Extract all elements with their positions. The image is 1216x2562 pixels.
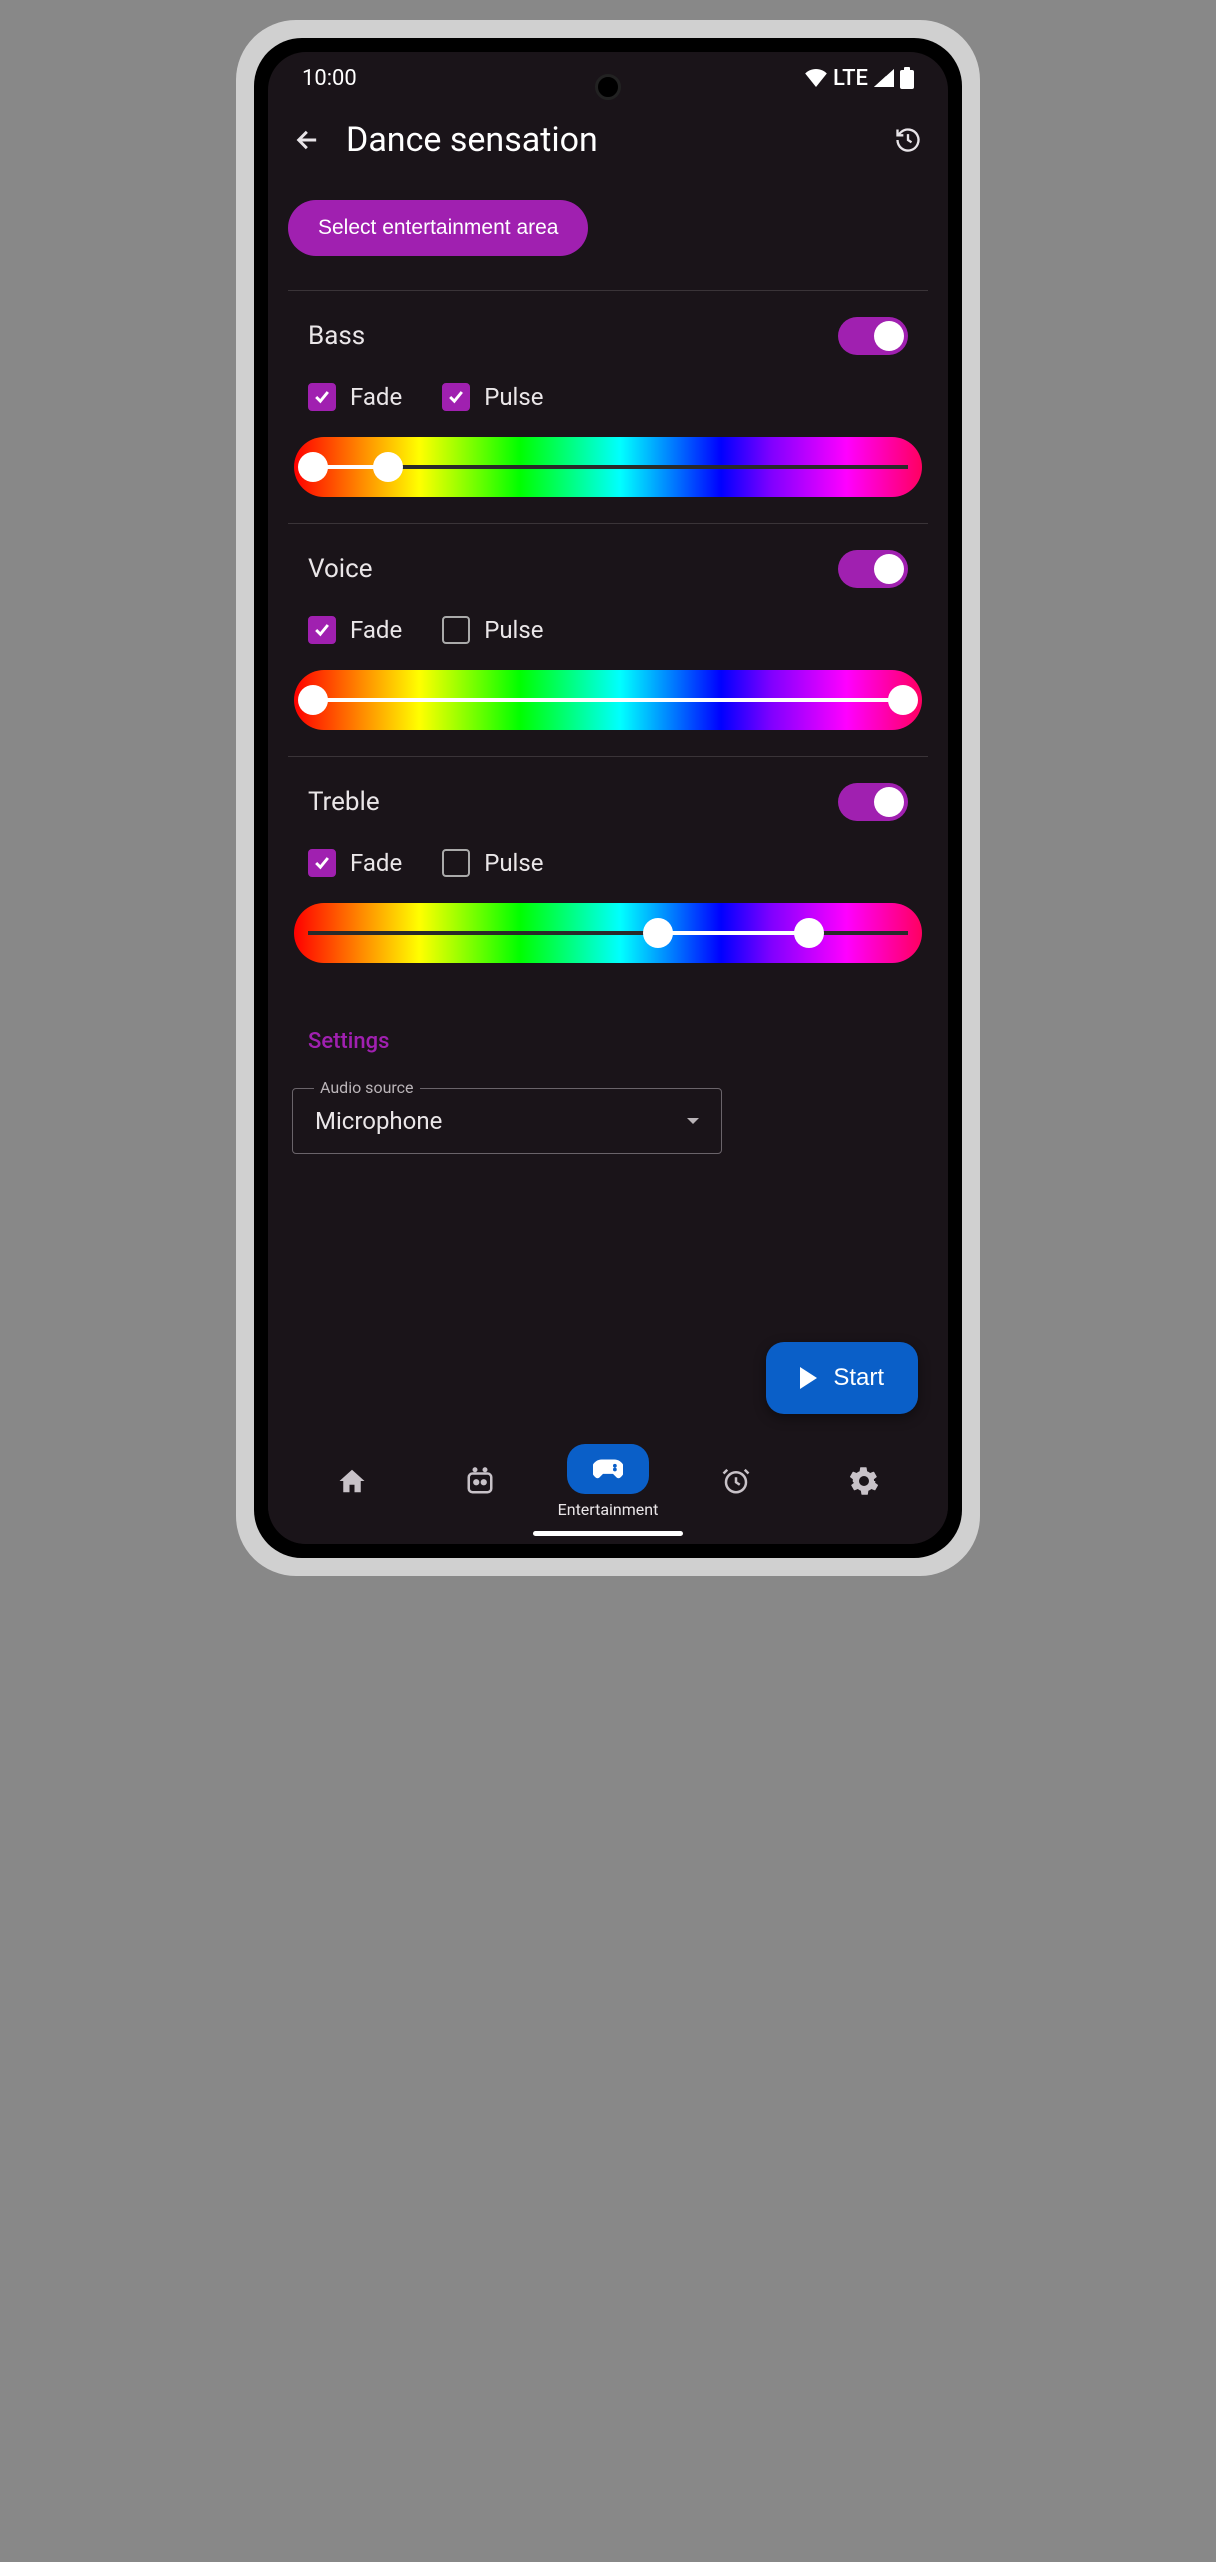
voice-slider-thumb-low[interactable] [298, 685, 328, 715]
treble-toggle[interactable] [838, 783, 908, 821]
page-title: Dance sensation [346, 120, 870, 160]
treble-fade-checkbox[interactable]: Fade [308, 849, 402, 877]
nav-entertainment-label: Entertainment [558, 1500, 659, 1519]
network-label: LTE [833, 66, 868, 91]
camera-notch [595, 74, 621, 100]
bass-pulse-checkbox[interactable]: Pulse [442, 383, 543, 411]
treble-title: Treble [308, 787, 380, 817]
bass-color-slider[interactable] [294, 437, 922, 497]
settings-heading: Settings [288, 989, 928, 1088]
nav-settings[interactable] [804, 1466, 924, 1496]
voice-pulse-checkbox[interactable]: Pulse [442, 616, 543, 644]
bass-toggle[interactable] [838, 317, 908, 355]
treble-slider-thumb-high[interactable] [794, 918, 824, 948]
voice-fade-checkbox[interactable]: Fade [308, 616, 402, 644]
wifi-icon [805, 69, 827, 87]
bass-section: Bass Fade Pulse [288, 291, 928, 523]
treble-color-slider[interactable] [294, 903, 922, 963]
audio-source-label: Audio source [314, 1078, 420, 1097]
home-icon [337, 1466, 367, 1496]
voice-pulse-label: Pulse [484, 616, 543, 644]
battery-icon [900, 67, 914, 89]
treble-pulse-checkbox[interactable]: Pulse [442, 849, 543, 877]
voice-toggle[interactable] [838, 550, 908, 588]
bass-slider-thumb-low[interactable] [298, 452, 328, 482]
bass-slider-thumb-high[interactable] [373, 452, 403, 482]
audio-source-dropdown[interactable]: Microphone [292, 1088, 722, 1154]
status-time: 10:00 [302, 66, 357, 91]
voice-fade-label: Fade [350, 616, 402, 644]
voice-section: Voice Fade Pulse [288, 524, 928, 756]
voice-slider-thumb-high[interactable] [888, 685, 918, 715]
select-entertainment-area-button[interactable]: Select entertainment area [288, 200, 588, 256]
bottom-nav: Entertainment [268, 1434, 948, 1544]
signal-icon [874, 69, 894, 87]
voice-color-slider[interactable] [294, 670, 922, 730]
start-button[interactable]: Start [766, 1342, 918, 1414]
home-indicator[interactable] [533, 1531, 683, 1536]
bass-fade-checkbox[interactable]: Fade [308, 383, 402, 411]
nav-automation[interactable] [420, 1466, 540, 1496]
treble-section: Treble Fade Pulse [288, 757, 928, 989]
alarm-icon [721, 1466, 751, 1496]
treble-pulse-label: Pulse [484, 849, 543, 877]
bass-pulse-label: Pulse [484, 383, 543, 411]
nav-alarm[interactable] [676, 1466, 796, 1496]
nav-home[interactable] [292, 1466, 412, 1496]
back-arrow-icon[interactable] [294, 126, 322, 154]
gamepad-icon [593, 1452, 623, 1482]
app-header: Dance sensation [268, 104, 948, 176]
nav-entertainment[interactable]: Entertainment [548, 1444, 668, 1519]
gear-icon [849, 1466, 879, 1496]
bass-fade-label: Fade [350, 383, 402, 411]
bass-title: Bass [308, 321, 365, 351]
chevron-down-icon [687, 1118, 699, 1124]
treble-fade-label: Fade [350, 849, 402, 877]
play-icon [800, 1367, 817, 1389]
treble-slider-thumb-low[interactable] [643, 918, 673, 948]
restore-icon[interactable] [894, 126, 922, 154]
audio-source-value: Microphone [315, 1107, 442, 1135]
start-label: Start [833, 1364, 884, 1392]
automation-icon [465, 1466, 495, 1496]
voice-title: Voice [308, 554, 373, 584]
